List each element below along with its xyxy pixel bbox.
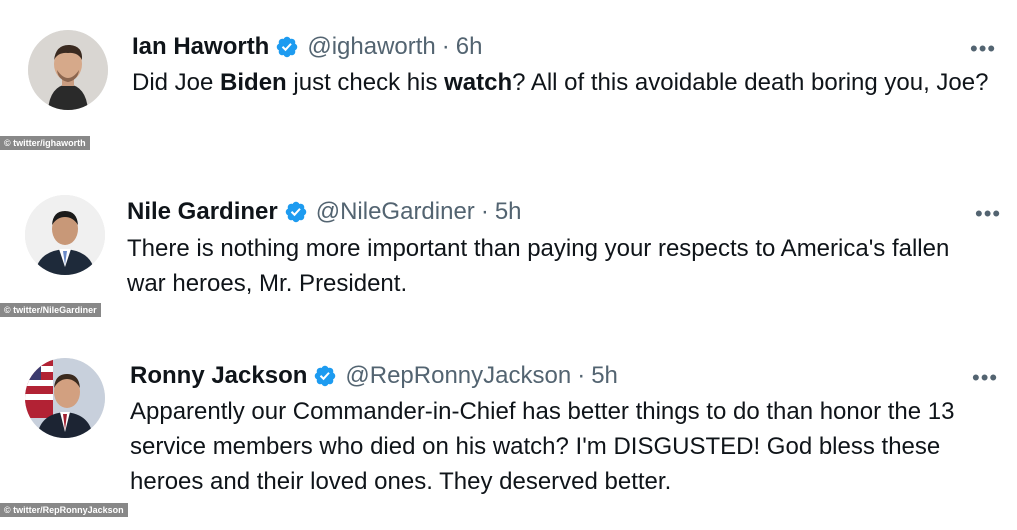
avatar[interactable] bbox=[28, 30, 108, 110]
timestamp[interactable]: 6h bbox=[456, 33, 483, 61]
verified-badge-icon bbox=[313, 364, 337, 388]
tweet-text-part: ? All of this avoidable death boring you… bbox=[512, 69, 989, 96]
tweet-ian-haworth[interactable]: Ian Haworth @ighaworth · 6h ••• Did Joe … bbox=[0, 0, 1017, 160]
author-handle[interactable]: @ighaworth bbox=[307, 33, 435, 61]
tweet-ronny-jackson[interactable]: Ronny Jackson @RepRonnyJackson · 5h ••• … bbox=[0, 320, 1017, 530]
separator-dot: · bbox=[480, 198, 489, 225]
tweet-header: Nile Gardiner @NileGardiner · 5h bbox=[127, 198, 522, 226]
author-handle[interactable]: @RepRonnyJackson bbox=[345, 362, 571, 390]
tweet-text-part: Did Joe bbox=[132, 69, 221, 96]
more-options-icon[interactable]: ••• bbox=[975, 203, 1001, 225]
verified-badge-icon bbox=[275, 35, 299, 59]
timestamp[interactable]: 5h bbox=[495, 198, 522, 226]
author-name[interactable]: Ian Haworth bbox=[132, 33, 269, 61]
verified-badge-icon bbox=[284, 200, 308, 224]
separator-dot: · bbox=[441, 33, 450, 60]
separator-dot: · bbox=[577, 362, 586, 389]
tweet-text-bold: Biden bbox=[220, 69, 287, 96]
avatar-ronny-jackson-image bbox=[25, 358, 105, 438]
tweet-text-bold: watch bbox=[444, 69, 513, 96]
image-credit: © twitter/ighaworth bbox=[0, 136, 90, 150]
tweet-text: Did Joe Biden just check his watch? All … bbox=[132, 65, 1012, 100]
tweet-text: Apparently our Commander-in-Chief has be… bbox=[130, 398, 955, 495]
avatar[interactable] bbox=[25, 358, 105, 438]
tweet-nile-gardiner[interactable]: Nile Gardiner @NileGardiner · 5h ••• The… bbox=[0, 160, 1017, 320]
tweet-header: Ronny Jackson @RepRonnyJackson · 5h bbox=[130, 362, 618, 390]
author-name[interactable]: Nile Gardiner bbox=[127, 198, 278, 226]
tweet-text: There is nothing more important than pay… bbox=[127, 235, 950, 297]
image-credit: © twitter/NileGardiner bbox=[0, 303, 101, 317]
avatar[interactable] bbox=[25, 195, 105, 275]
author-handle[interactable]: @NileGardiner bbox=[316, 198, 475, 226]
avatar-nile-gardiner-image bbox=[25, 195, 105, 275]
more-options-icon[interactable]: ••• bbox=[970, 38, 996, 60]
author-name[interactable]: Ronny Jackson bbox=[130, 362, 307, 390]
tweet-header: Ian Haworth @ighaworth · 6h bbox=[132, 33, 482, 61]
more-options-icon[interactable]: ••• bbox=[972, 367, 998, 389]
avatar-ian-haworth-image bbox=[28, 30, 108, 110]
timestamp[interactable]: 5h bbox=[591, 362, 618, 390]
tweet-text-part: just check his bbox=[286, 69, 445, 96]
image-credit: © twitter/RepRonnyJackson bbox=[0, 503, 128, 517]
